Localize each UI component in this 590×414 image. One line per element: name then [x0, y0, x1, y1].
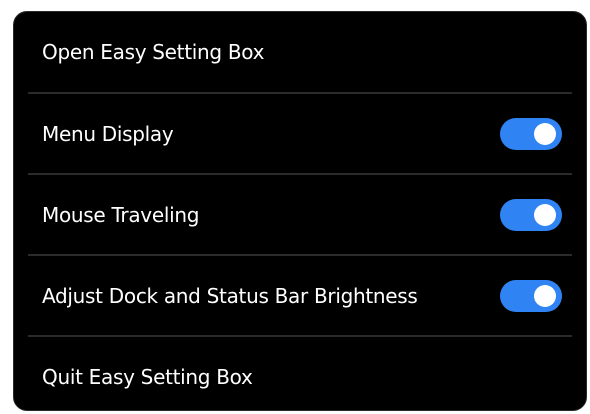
menu-item-label: Open Easy Setting Box	[42, 39, 265, 64]
menu-item-label: Quit Easy Setting Box	[42, 364, 253, 389]
menu-item-label: Menu Display	[42, 121, 174, 146]
menu-display-toggle[interactable]	[500, 117, 562, 150]
easy-setting-menu: Open Easy Setting Box Menu Display Mouse…	[13, 11, 587, 411]
toggle-knob	[534, 284, 556, 307]
menu-item-label: Mouse Traveling	[42, 202, 200, 227]
menu-item-adjust-brightness[interactable]: Adjust Dock and Status Bar Brightness	[14, 256, 586, 335]
menu-item-label: Adjust Dock and Status Bar Brightness	[42, 283, 418, 308]
toggle-knob	[534, 203, 556, 226]
menu-item-quit-easy-setting-box[interactable]: Quit Easy Setting Box	[14, 337, 586, 410]
mouse-traveling-toggle[interactable]	[500, 198, 562, 231]
menu-item-menu-display[interactable]: Menu Display	[14, 94, 586, 173]
adjust-brightness-toggle[interactable]	[500, 279, 562, 312]
toggle-knob	[534, 122, 556, 145]
menu-item-open-easy-setting-box[interactable]: Open Easy Setting Box	[14, 12, 586, 91]
menu-item-mouse-traveling[interactable]: Mouse Traveling	[14, 175, 586, 254]
